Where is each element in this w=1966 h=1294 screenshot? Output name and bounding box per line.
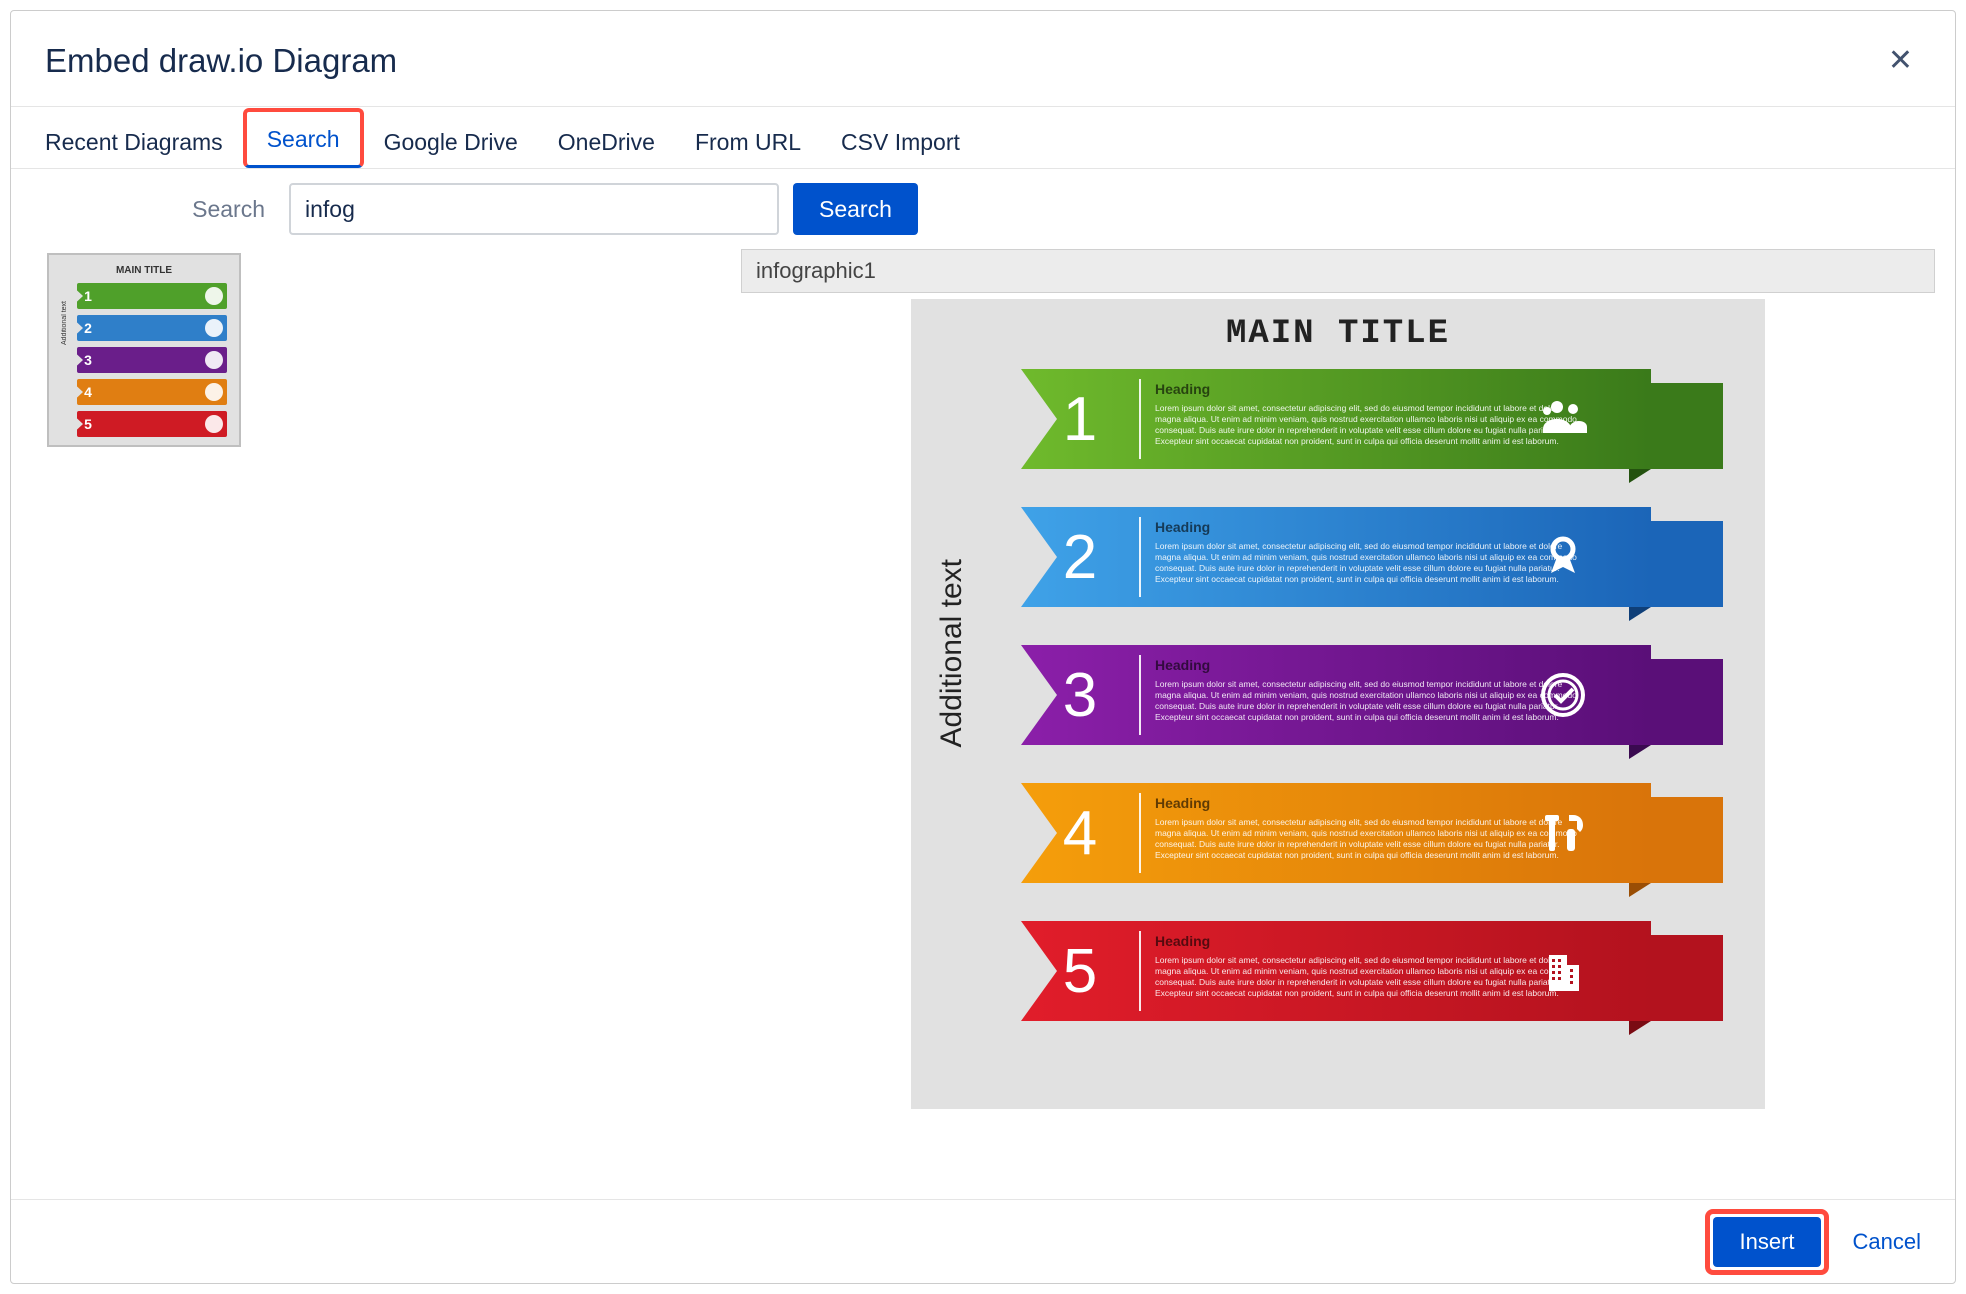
thumb-band: 4	[77, 379, 227, 405]
thumb-band: 1	[77, 283, 227, 309]
ribbon-icon	[1535, 529, 1591, 585]
band-tab	[1651, 383, 1723, 469]
band-fold	[1629, 745, 1651, 759]
close-icon[interactable]: ✕	[1880, 39, 1921, 82]
diagram-canvas: MAIN TITLE Additional text 1HeadingLorem…	[911, 299, 1765, 1109]
search-label: Search	[45, 196, 275, 223]
band-heading: Heading	[1155, 795, 1581, 811]
thumb-side: Additional text	[61, 301, 68, 345]
band-body: Lorem ipsum dolor sit amet, consectetur …	[1155, 679, 1581, 723]
band-blue: 2HeadingLorem ipsum dolor sit amet, cons…	[1021, 507, 1701, 619]
dialog-header: Embed draw.io Diagram ✕	[11, 11, 1955, 107]
band-body: Lorem ipsum dolor sit amet, consectetur …	[1155, 403, 1581, 447]
preview-pane: infographic1 MAIN TITLE Additional text …	[741, 249, 1935, 1189]
tab-from-url[interactable]: From URL	[675, 115, 821, 168]
embed-dialog: Embed draw.io Diagram ✕ Recent DiagramsS…	[10, 10, 1956, 1284]
band-tab	[1651, 797, 1723, 883]
band-fold	[1629, 607, 1651, 621]
tools-icon	[1535, 805, 1591, 861]
search-input[interactable]	[289, 183, 779, 235]
tab-onedrive[interactable]: OneDrive	[538, 115, 675, 168]
band-tab	[1651, 935, 1723, 1021]
band-heading: Heading	[1155, 519, 1581, 535]
dialog-title: Embed draw.io Diagram	[45, 42, 397, 80]
result-thumbnail[interactable]: MAIN TITLE Additional text 1 2 3 4 5	[47, 253, 241, 447]
search-button[interactable]: Search	[793, 183, 918, 235]
canvas-title: MAIN TITLE	[911, 315, 1765, 353]
building-icon	[1535, 943, 1591, 999]
tab-google-drive[interactable]: Google Drive	[364, 115, 538, 168]
check-icon	[1535, 667, 1591, 723]
band-red: 5HeadingLorem ipsum dolor sit amet, cons…	[1021, 921, 1701, 1033]
canvas-side: Additional text	[935, 559, 969, 747]
band-heading: Heading	[1155, 933, 1581, 949]
dialog-footer: Insert Cancel	[11, 1199, 1955, 1283]
band-tab	[1651, 659, 1723, 745]
insert-highlight: Insert	[1705, 1209, 1828, 1275]
band-fold	[1629, 883, 1651, 897]
band-heading: Heading	[1155, 657, 1581, 673]
preview-name: infographic1	[741, 249, 1935, 293]
people-icon	[1535, 391, 1591, 447]
search-row: Search Search	[11, 169, 1955, 249]
preview-area: MAIN TITLE Additional text 1HeadingLorem…	[741, 293, 1935, 1189]
band-body: Lorem ipsum dolor sit amet, consectetur …	[1155, 817, 1581, 861]
band-fold	[1629, 469, 1651, 483]
band-heading: Heading	[1155, 381, 1581, 397]
cancel-button[interactable]: Cancel	[1853, 1229, 1921, 1255]
band-body: Lorem ipsum dolor sit amet, consectetur …	[1155, 955, 1581, 999]
tab-search[interactable]: Search	[243, 108, 364, 168]
band-body: Lorem ipsum dolor sit amet, consectetur …	[1155, 541, 1581, 585]
thumb-band: 3	[77, 347, 227, 373]
tab-csv-import[interactable]: CSV Import	[821, 115, 980, 168]
tabs-row: Recent DiagramsSearchGoogle DriveOneDriv…	[11, 107, 1955, 169]
band-green: 1HeadingLorem ipsum dolor sit amet, cons…	[1021, 369, 1701, 481]
band-fold	[1629, 1021, 1651, 1035]
band-orange: 4HeadingLorem ipsum dolor sit amet, cons…	[1021, 783, 1701, 895]
results-pane: MAIN TITLE Additional text 1 2 3 4 5	[41, 249, 741, 1189]
tab-recent-diagrams[interactable]: Recent Diagrams	[45, 115, 243, 168]
band-tab	[1651, 521, 1723, 607]
band-purple: 3HeadingLorem ipsum dolor sit amet, cons…	[1021, 645, 1701, 757]
thumb-title: MAIN TITLE	[116, 265, 172, 276]
thumb-band: 2	[77, 315, 227, 341]
thumb-band: 5	[77, 411, 227, 437]
insert-button[interactable]: Insert	[1713, 1217, 1820, 1267]
dialog-body: MAIN TITLE Additional text 1 2 3 4 5 infogra…	[11, 249, 1955, 1199]
